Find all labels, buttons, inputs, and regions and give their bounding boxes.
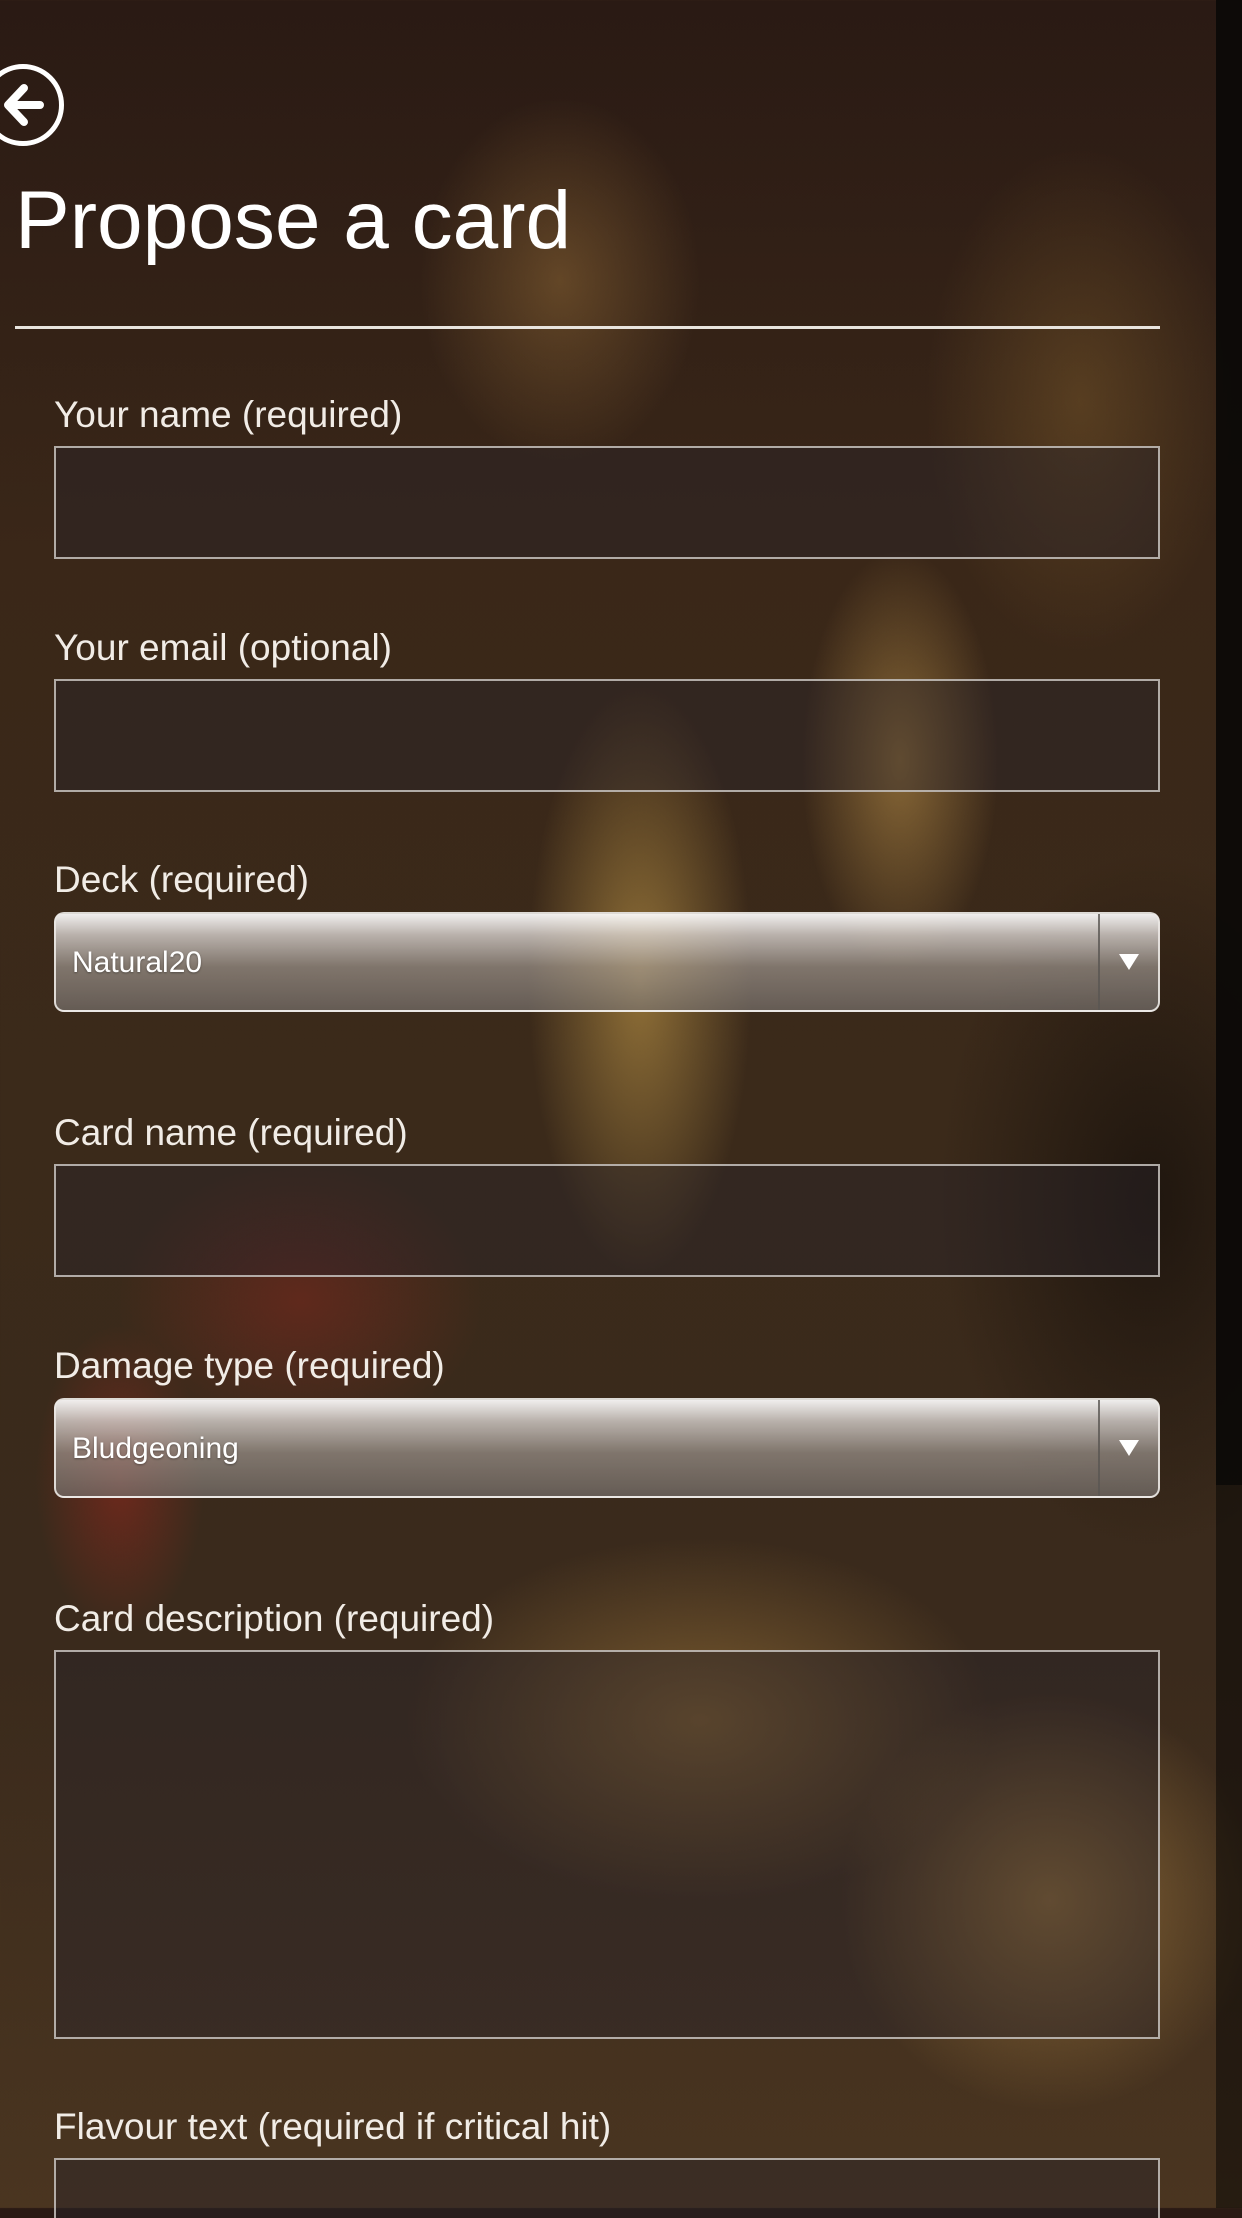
- your-email-input[interactable]: [54, 679, 1160, 792]
- page-title: Propose a card: [15, 175, 572, 266]
- card-name-input[interactable]: [54, 1164, 1160, 1277]
- triangle-down-icon: [1119, 1440, 1139, 1456]
- your-name-input[interactable]: [54, 446, 1160, 559]
- card-description-textarea[interactable]: [54, 1650, 1160, 2039]
- damage-type-selected-value: Bludgeoning: [72, 1432, 239, 1465]
- card-description-label: Card description (required): [54, 1598, 495, 1639]
- deck-dropdown-arrow[interactable]: [1098, 914, 1158, 1010]
- scrollbar-track[interactable]: [1216, 0, 1242, 2208]
- damage-type-select[interactable]: Bludgeoning: [54, 1398, 1160, 1498]
- deck-selected-value: Natural20: [72, 946, 203, 979]
- your-name-label: Your name (required): [54, 394, 403, 435]
- damage-type-label: Damage type (required): [54, 1345, 445, 1386]
- flavour-text-label: Flavour text (required if critical hit): [54, 2106, 612, 2147]
- title-divider: [15, 326, 1160, 329]
- your-email-label: Your email (optional): [54, 627, 392, 668]
- triangle-down-icon: [1119, 954, 1139, 970]
- card-name-label: Card name (required): [54, 1112, 408, 1153]
- deck-select[interactable]: Natural20: [54, 912, 1160, 1012]
- arrow-left-icon: [4, 84, 44, 126]
- damage-type-dropdown-arrow[interactable]: [1098, 1400, 1158, 1496]
- back-button[interactable]: [0, 64, 64, 146]
- flavour-text-input[interactable]: [54, 2158, 1160, 2218]
- deck-label: Deck (required): [54, 859, 309, 900]
- scrollbar-thumb[interactable]: [1216, 0, 1242, 1485]
